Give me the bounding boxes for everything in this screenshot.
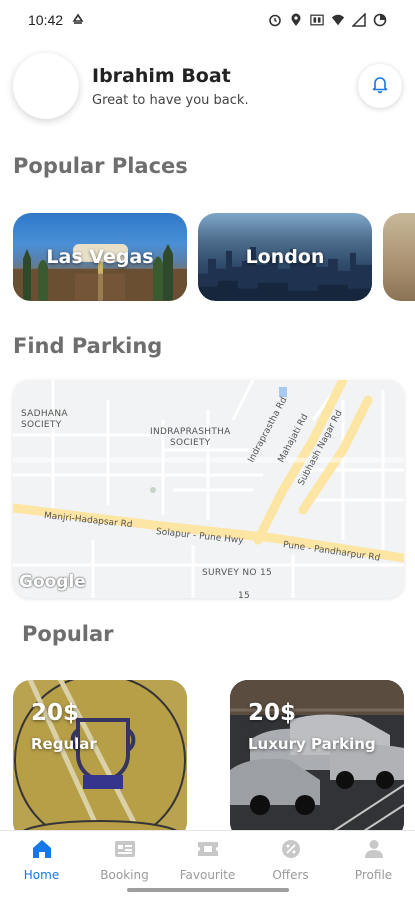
popular-title: Popular bbox=[22, 622, 114, 646]
popular-parking-list: 20$ Regular 20$ Luxury Parking bbox=[13, 680, 415, 840]
price-label: 20$ bbox=[31, 700, 80, 726]
nav-item-profile[interactable]: Profile bbox=[332, 831, 415, 888]
nav-label: Favourite bbox=[179, 868, 236, 882]
popular-places-carousel[interactable]: Las Vegas London bbox=[13, 213, 415, 301]
avatar[interactable] bbox=[13, 53, 79, 119]
status-bar: 10:42 bbox=[0, 0, 415, 40]
location-icon bbox=[289, 13, 303, 27]
nfc-icon bbox=[310, 13, 324, 27]
nav-item-favourite[interactable]: Favourite bbox=[166, 831, 249, 888]
popular-places-title: Popular Places bbox=[13, 154, 188, 178]
header-text: Ibrahim Boat Great to have you back. bbox=[92, 65, 249, 108]
notifications-button[interactable] bbox=[358, 64, 402, 108]
map-label-survey: SURVEY NO 15 bbox=[202, 568, 272, 578]
offer-icon bbox=[280, 839, 302, 864]
nav-label: Offers bbox=[272, 868, 309, 882]
parking-name: Luxury Parking bbox=[248, 735, 376, 753]
google-attribution[interactable]: Google bbox=[19, 572, 86, 592]
nav-item-offers[interactable]: Offers bbox=[249, 831, 332, 888]
place-label: Las Vegas bbox=[46, 246, 154, 268]
wifi-icon bbox=[331, 13, 345, 27]
parking-map[interactable]: SADHANA SOCIETY INDRAPRASHTHA SOCIETY SU… bbox=[13, 380, 404, 598]
home-icon bbox=[31, 839, 53, 864]
bottom-navigation: Home Booking Favourite Offers Profile bbox=[0, 830, 415, 888]
map-label-fifteen: 15 bbox=[238, 591, 251, 598]
map-label-sadhana: SADHANA SOCIETY bbox=[21, 409, 68, 430]
nav-label: Booking bbox=[100, 868, 149, 882]
price-label: 20$ bbox=[248, 700, 297, 726]
home-indicator[interactable] bbox=[127, 888, 289, 892]
nav-item-booking[interactable]: Booking bbox=[83, 831, 166, 888]
person-icon bbox=[363, 839, 385, 864]
nav-item-home[interactable]: Home bbox=[0, 831, 83, 888]
nav-label: Home bbox=[23, 868, 60, 882]
parking-card-luxury[interactable]: 20$ Luxury Parking bbox=[230, 680, 404, 840]
map-roads bbox=[13, 380, 404, 598]
battery-icon bbox=[373, 13, 387, 27]
user-name: Ibrahim Boat bbox=[92, 64, 231, 87]
bell-icon bbox=[370, 74, 390, 99]
status-time: 10:42 bbox=[28, 12, 64, 28]
map-label-indraprashtha: INDRAPRASHTHA SOCIETY bbox=[150, 427, 231, 448]
parking-card-regular[interactable]: 20$ Regular bbox=[13, 680, 187, 840]
signal-icon bbox=[352, 13, 366, 27]
place-label: London bbox=[245, 246, 325, 268]
parking-name: Regular bbox=[31, 735, 97, 753]
alarm-icon bbox=[268, 13, 282, 27]
greeting-text: Great to have you back. bbox=[92, 92, 249, 108]
recycle-notification-icon bbox=[71, 13, 85, 27]
place-card-las-vegas[interactable]: Las Vegas bbox=[13, 213, 187, 301]
profile-header: Ibrahim Boat Great to have you back. bbox=[13, 52, 403, 120]
place-card-third[interactable] bbox=[383, 213, 415, 301]
find-parking-title: Find Parking bbox=[13, 334, 163, 358]
nav-label: Profile bbox=[354, 868, 393, 882]
ticket-icon bbox=[197, 839, 219, 864]
place-card-london[interactable]: London bbox=[198, 213, 372, 301]
booking-icon bbox=[114, 839, 136, 864]
